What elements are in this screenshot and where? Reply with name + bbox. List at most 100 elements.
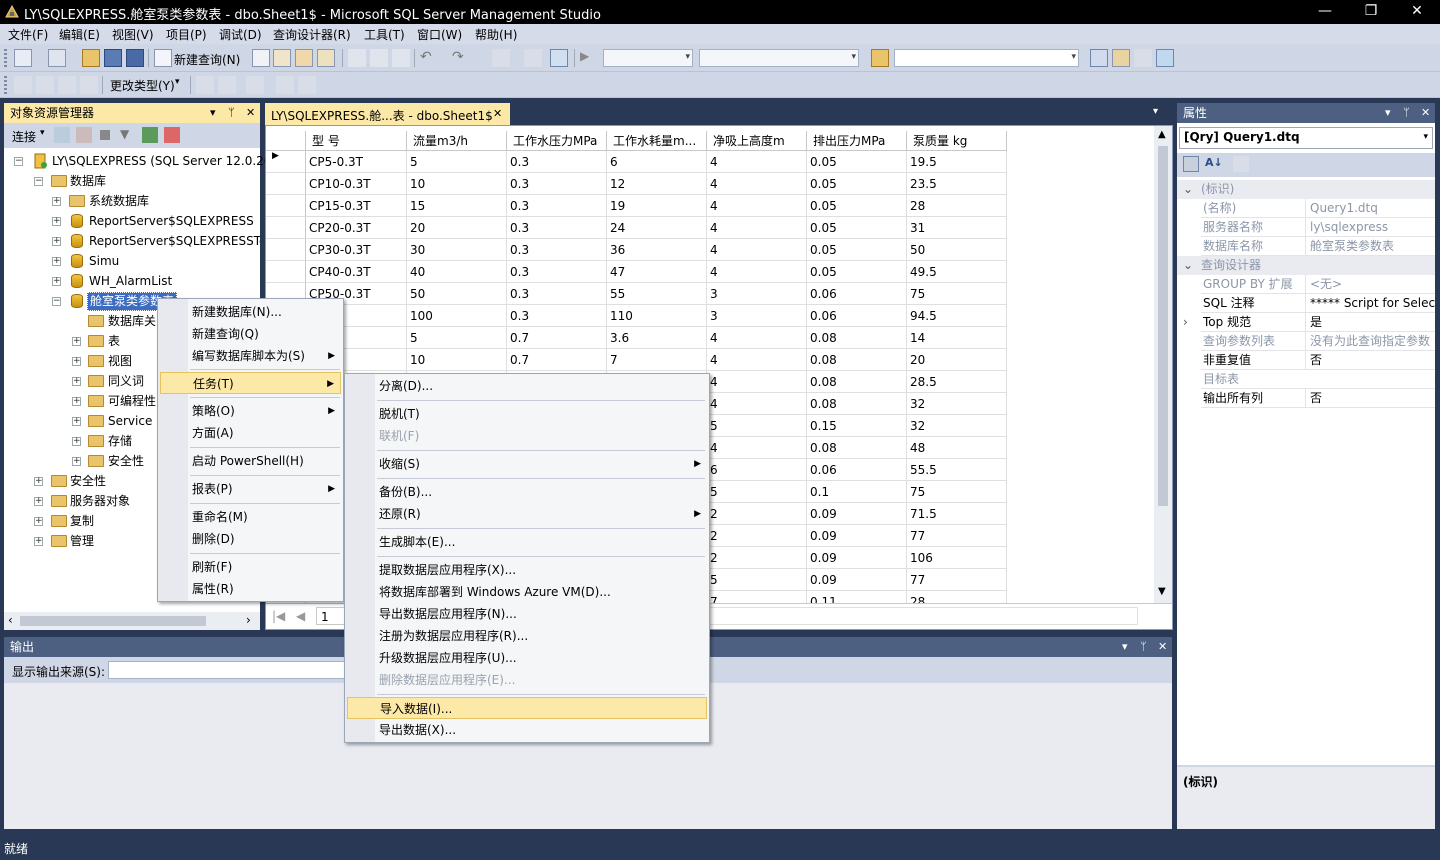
vertical-scrollbar[interactable]: ▲ ▼ xyxy=(1154,126,1172,603)
tree-node-simu[interactable]: + Simu xyxy=(4,251,260,271)
grid-cell[interactable]: 0.08 xyxy=(807,327,907,349)
add-derived-table-icon[interactable] xyxy=(298,76,316,94)
collapse-icon[interactable]: − xyxy=(34,177,43,186)
pin-icon[interactable]: ᛘ xyxy=(228,103,235,123)
menu-item-refresh[interactable]: 刷新(F) xyxy=(160,556,341,578)
dropdown-icon[interactable]: ▾ xyxy=(1122,637,1128,657)
column-header[interactable]: 净吸上高度m xyxy=(707,131,807,151)
grid-cell[interactable]: 0.09 xyxy=(807,503,907,525)
grid-cell[interactable]: 19 xyxy=(607,195,707,217)
horizontal-scrollbar[interactable]: ‹ › xyxy=(4,612,260,630)
menu-item-delete[interactable]: 删除(D) xyxy=(160,528,341,550)
grid-cell[interactable]: 71.5 xyxy=(907,503,1007,525)
grid-cell[interactable]: 0.08 xyxy=(807,393,907,415)
grid-cell[interactable]: 2 xyxy=(707,525,807,547)
grid-cell[interactable]: 12 xyxy=(607,173,707,195)
row-header[interactable] xyxy=(266,261,306,283)
output-source-combo[interactable] xyxy=(108,661,348,679)
row-header[interactable] xyxy=(266,239,306,261)
expand-icon[interactable]: + xyxy=(72,437,81,446)
menu-item-restore[interactable]: 还原(R) ▶ xyxy=(347,503,707,525)
close-icon[interactable]: ✕ xyxy=(1421,103,1430,123)
grid-cell[interactable]: 0.7 xyxy=(507,349,607,371)
menu-item-export-data[interactable]: 导出数据(X)... xyxy=(347,719,707,741)
menu-item-new-database[interactable]: 新建数据库(N)... xyxy=(160,301,341,323)
grid-cell[interactable]: 20 xyxy=(407,217,507,239)
grid-cell[interactable]: 0.3 xyxy=(507,217,607,239)
grid-cell[interactable]: 0.1 xyxy=(807,481,907,503)
expand-icon[interactable]: + xyxy=(52,197,61,206)
grid-cell[interactable]: CP40-0.3T xyxy=(306,261,407,283)
grid-cell[interactable]: 55 xyxy=(607,283,707,305)
tree-node-reportserver-temp[interactable]: + ReportServer$SQLEXPRESSTe xyxy=(4,231,260,251)
grid-cell[interactable]: 77 xyxy=(907,569,1007,591)
grid-cell[interactable]: 47 xyxy=(607,261,707,283)
grid-cell[interactable]: 32 xyxy=(907,393,1007,415)
expand-icon[interactable]: + xyxy=(34,517,43,526)
grid-cell[interactable]: 110 xyxy=(607,305,707,327)
registered-servers-icon[interactable] xyxy=(1090,49,1108,67)
expand-icon[interactable]: › xyxy=(1183,313,1188,332)
column-header[interactable]: 排出压力MPa xyxy=(807,131,907,151)
show-sql-pane-icon[interactable] xyxy=(58,76,76,94)
grid-cell[interactable]: 0.05 xyxy=(807,261,907,283)
expand-icon[interactable]: + xyxy=(52,257,61,266)
grid-cell[interactable]: CP20-0.3T xyxy=(306,217,407,239)
grid-cell[interactable]: 28 xyxy=(907,195,1007,217)
grid-cell[interactable]: 15 xyxy=(407,195,507,217)
object-selector-combo[interactable]: [Qry] Query1.dtq ▾ xyxy=(1179,127,1433,149)
scrollbar-thumb[interactable] xyxy=(1158,146,1168,506)
undo-icon[interactable]: ↶ xyxy=(420,49,438,67)
grid-cell[interactable]: 4 xyxy=(707,151,807,173)
grid-cell[interactable]: CP10-0.3T xyxy=(306,173,407,195)
tree-node-server[interactable]: − LY\SQLEXPRESS (SQL Server 12.0.20 xyxy=(4,151,271,171)
first-record-icon[interactable]: |◀ xyxy=(272,609,285,623)
object-explorer-icon[interactable] xyxy=(1112,49,1130,67)
menu-tools[interactable]: 工具(T) xyxy=(364,26,405,43)
grid-cell[interactable]: 0.15 xyxy=(807,415,907,437)
cut-icon[interactable] xyxy=(348,49,366,67)
database-engine-query-icon[interactable] xyxy=(252,49,270,67)
grid-cell[interactable]: 0.3 xyxy=(507,261,607,283)
collapse-category-icon[interactable]: ⌄ xyxy=(1183,256,1193,275)
grid-cell[interactable]: 6 xyxy=(707,459,807,481)
expand-icon[interactable]: + xyxy=(52,277,61,286)
grid-cell[interactable]: 0.08 xyxy=(807,437,907,459)
category-query-designer[interactable]: ⌄ 查询设计器 xyxy=(1177,256,1435,275)
alphabetical-icon[interactable]: A↓ xyxy=(1205,156,1223,172)
grid-cell[interactable]: 0.3 xyxy=(507,151,607,173)
row-header[interactable] xyxy=(266,173,306,195)
grid-cell[interactable]: 4 xyxy=(707,393,807,415)
tree-node-reportserver[interactable]: + ReportServer$SQLEXPRESS xyxy=(4,211,260,231)
menu-item-reports[interactable]: 报表(P) ▶ xyxy=(160,478,341,500)
menu-item-backup[interactable]: 备份(B)... xyxy=(347,481,707,503)
expand-icon[interactable]: + xyxy=(34,497,43,506)
grid-cell[interactable]: 23.5 xyxy=(907,173,1007,195)
menu-file[interactable]: 文件(F) xyxy=(8,26,48,43)
grid-cell[interactable]: 4 xyxy=(707,239,807,261)
expand-icon[interactable]: + xyxy=(72,357,81,366)
row-header[interactable] xyxy=(266,217,306,239)
grid-cell[interactable]: 0.05 xyxy=(807,239,907,261)
menu-item-script-database-as[interactable]: 编写数据库脚本为(S) ▶ xyxy=(160,345,341,367)
grid-cell[interactable]: 36 xyxy=(607,239,707,261)
find-combo[interactable]: ▾ xyxy=(894,49,1079,67)
group-by-icon[interactable] xyxy=(246,76,264,94)
toolbar-grip[interactable] xyxy=(4,49,7,67)
grid-cell[interactable]: 77 xyxy=(907,525,1007,547)
menu-window[interactable]: 窗口(W) xyxy=(417,26,462,43)
change-type-button[interactable]: 更改类型(Y) xyxy=(110,77,175,94)
menu-item-upgrade-data-tier-app[interactable]: 升级数据层应用程序(U)... xyxy=(347,647,707,669)
grid-cell[interactable]: 4 xyxy=(707,437,807,459)
tree-node-wh-alarmlist[interactable]: + WH_AlarmList xyxy=(4,271,260,291)
grid-cell[interactable]: 0.3 xyxy=(507,239,607,261)
row-header[interactable] xyxy=(266,195,306,217)
grid-cell[interactable]: 3.6 xyxy=(607,327,707,349)
grid-cell[interactable]: 30 xyxy=(407,239,507,261)
grid-cell[interactable]: 0.08 xyxy=(807,349,907,371)
grid-cell[interactable]: 4 xyxy=(707,217,807,239)
scrollbar-thumb[interactable] xyxy=(20,616,206,626)
menu-item-deploy-to-azure-vm[interactable]: 将数据库部署到 Windows Azure VM(D)... xyxy=(347,581,707,603)
grid-cell[interactable]: 4 xyxy=(707,327,807,349)
grid-cell[interactable]: 0.08 xyxy=(807,371,907,393)
